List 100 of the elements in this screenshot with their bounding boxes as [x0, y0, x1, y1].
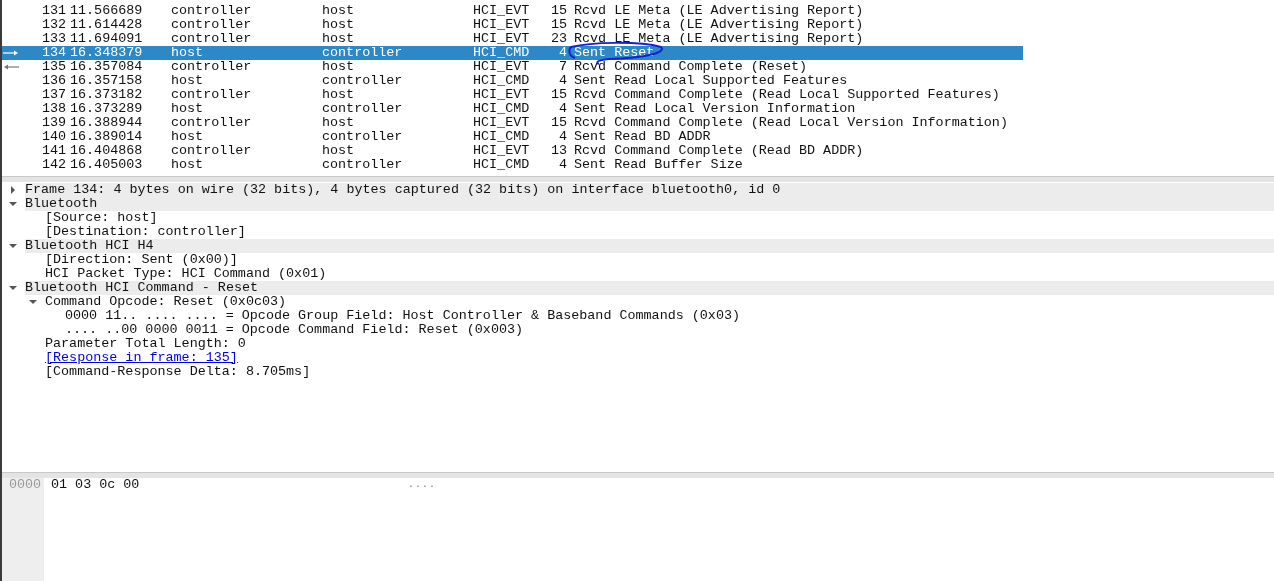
packet-destination: host — [322, 88, 356, 102]
packet-row[interactable]: 142 16.405003 host controller HCI_CMD 4 Sent Read Buffer Size — [2, 158, 1023, 172]
response-frame-link[interactable]: [Response in frame: 135] — [45, 351, 238, 365]
packet-protocol: HCI_CMD — [473, 46, 531, 60]
packet-source: controller — [171, 32, 253, 46]
packet-number: 132 — [40, 18, 66, 32]
packet-info: Sent Read Buffer Size — [574, 158, 743, 172]
packet-length: 4 — [557, 158, 567, 172]
byte-offset: 0000 — [9, 478, 43, 492]
packet-source: controller — [171, 144, 253, 158]
packet-source: host — [171, 102, 205, 116]
packet-destination: host — [322, 32, 356, 46]
packet-time: 16.348379 — [70, 46, 144, 60]
packet-info: Rcvd Command Complete (Read BD ADDR) — [574, 144, 864, 158]
packet-time: 16.357158 — [70, 74, 144, 88]
packet-destination: host — [322, 144, 356, 158]
packet-length: 15 — [549, 88, 567, 102]
packet-length: 4 — [557, 102, 567, 116]
packet-source: controller — [171, 4, 253, 18]
packet-destination: controller — [322, 102, 404, 116]
packet-source: host — [171, 130, 205, 144]
packet-info: Rcvd LE Meta (LE Advertising Report) — [574, 18, 864, 32]
packet-number: 142 — [40, 158, 66, 172]
packet-info: Rcvd LE Meta (LE Advertising Report) — [574, 32, 864, 46]
packet-number: 137 — [40, 88, 66, 102]
packet-number: 138 — [40, 102, 66, 116]
packet-source: host — [171, 74, 205, 88]
ascii-bytes: .... — [408, 478, 436, 492]
packet-row[interactable]: 135 16.357084 controller host HCI_EVT 7 Rcvd Command Complete (Reset) — [2, 60, 1023, 74]
packet-info: Rcvd LE Meta (LE Advertising Report) — [574, 4, 864, 18]
packet-time: 16.373182 — [70, 88, 144, 102]
packet-protocol: HCI_CMD — [473, 74, 531, 88]
packet-source: host — [171, 46, 205, 60]
packet-source: controller — [171, 60, 253, 74]
packet-number: 139 — [40, 116, 66, 130]
packet-row[interactable]: 140 16.389014 host controller HCI_CMD 4 Sent Read BD ADDR — [2, 130, 1023, 144]
packet-protocol: HCI_EVT — [473, 32, 531, 46]
packet-row[interactable]: 133 11.694091 controller host HCI_EVT 23 Rcvd LE Meta (LE Advertising Report) — [2, 32, 1023, 46]
detail-field: [Source: host] — [45, 211, 158, 225]
packet-destination: controller — [322, 46, 404, 60]
packet-time: 16.357084 — [70, 60, 144, 74]
packet-info: Sent Read Local Version Information — [574, 102, 856, 116]
packet-number: 135 — [40, 60, 66, 74]
packet-length: 15 — [549, 18, 567, 32]
packet-row[interactable]: 132 11.614428 controller host HCI_EVT 15 Rcvd LE Meta (LE Advertising Report) — [2, 18, 1023, 32]
packet-protocol: HCI_EVT — [473, 60, 531, 74]
packet-number: 131 — [40, 4, 66, 18]
packet-row[interactable]: 138 16.373289 host controller HCI_CMD 4 Sent Read Local Version Information — [2, 102, 1023, 116]
packet-length: 13 — [549, 144, 567, 158]
detail-field: [Command-Response Delta: 8.705ms] — [45, 365, 311, 379]
detail-field: [Destination: controller] — [45, 225, 246, 239]
packet-protocol: HCI_CMD — [473, 130, 531, 144]
packet-info: Rcvd Command Complete (Read Local Version Information) — [574, 116, 1008, 130]
detail-section-title: Bluetooth HCI H4 — [25, 239, 1274, 253]
hex-bytes: 01 03 0c 00 — [51, 478, 141, 492]
packet-time: 16.388944 — [70, 116, 144, 130]
packet-row[interactable]: 137 16.373182 controller host HCI_EVT 15 Rcvd Command Complete (Read Local Supported Features) — [2, 88, 1023, 102]
packet-protocol: HCI_EVT — [473, 144, 531, 158]
detail-field: HCI Packet Type: HCI Command (0x01) — [45, 267, 327, 281]
packet-time: 11.694091 — [70, 32, 144, 46]
packet-length: 23 — [549, 32, 567, 46]
packet-source: host — [171, 158, 205, 172]
packet-number: 140 — [40, 130, 66, 144]
detail-field: Parameter Total Length: 0 — [45, 337, 246, 351]
packet-number: 136 — [40, 74, 66, 88]
packet-number: 134 — [40, 46, 66, 60]
packet-row[interactable]: 139 16.388944 controller host HCI_EVT 15 Rcvd Command Complete (Read Local Version Information) — [2, 116, 1023, 130]
packet-time: 16.373289 — [70, 102, 144, 116]
detail-field: 0000 11.. .... .... = Opcode Group Field: Host Controller & Baseband Commands (0x03) — [65, 309, 740, 323]
packet-number: 133 — [40, 32, 66, 46]
packet-length: 4 — [557, 130, 567, 144]
packet-row[interactable]: 136 16.357158 host controller HCI_CMD 4 Sent Read Local Supported Features — [2, 74, 1023, 88]
packet-destination: controller — [322, 158, 404, 172]
packet-protocol: HCI_EVT — [473, 4, 531, 18]
packet-destination: host — [322, 4, 356, 18]
packet-time: 11.614428 — [70, 18, 144, 32]
packet-row[interactable]: 141 16.404868 controller host HCI_EVT 13 Rcvd Command Complete (Read BD ADDR) — [2, 144, 1023, 158]
packet-time: 11.566689 — [70, 4, 144, 18]
packet-destination: host — [322, 116, 356, 130]
packet-length: 4 — [557, 46, 567, 60]
packet-length: 15 — [549, 4, 567, 18]
packet-row[interactable]: 134 16.348379 host controller HCI_CMD 4 Sent Reset — [2, 46, 1023, 60]
packet-source: controller — [171, 18, 253, 32]
detail-field: [Direction: Sent (0x00)] — [45, 253, 238, 267]
packet-info: Rcvd Command Complete (Reset) — [574, 60, 808, 74]
packet-destination: host — [322, 60, 356, 74]
packet-destination: controller — [322, 130, 404, 144]
packet-destination: host — [322, 18, 356, 32]
packet-row[interactable]: 131 11.566689 controller host HCI_EVT 15 Rcvd LE Meta (LE Advertising Report) — [2, 4, 1023, 18]
packet-source: controller — [171, 116, 253, 130]
packet-time: 16.405003 — [70, 158, 144, 172]
packet-protocol: HCI_EVT — [473, 18, 531, 32]
packet-length: 15 — [549, 116, 567, 130]
detail-field: .... ..00 0000 0011 = Opcode Command Field: Reset (0x003) — [65, 323, 524, 337]
packet-source: controller — [171, 88, 253, 102]
packet-time: 16.404868 — [70, 144, 144, 158]
packet-destination: controller — [322, 74, 404, 88]
packet-info: Sent Read BD ADDR — [574, 130, 711, 144]
packet-length: 7 — [557, 60, 567, 74]
packet-info: Sent Read Local Supported Features — [574, 74, 848, 88]
